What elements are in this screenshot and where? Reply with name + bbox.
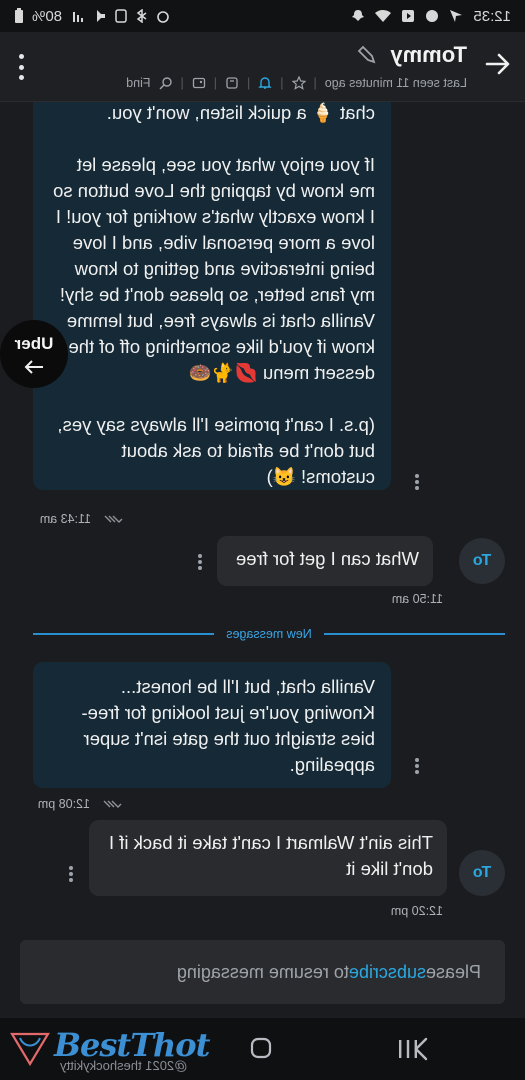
battery-percent: 80% bbox=[32, 7, 63, 25]
nfc-icon bbox=[115, 9, 127, 23]
floating-app-bubble[interactable]: Uber bbox=[0, 320, 68, 388]
separator: | bbox=[313, 76, 317, 90]
navigation-icon bbox=[450, 10, 463, 22]
message-options-icon[interactable] bbox=[415, 474, 419, 490]
search-icon[interactable] bbox=[159, 76, 173, 90]
more-options-icon[interactable] bbox=[18, 54, 26, 80]
wifi-icon bbox=[375, 9, 392, 22]
image-gallery-icon[interactable] bbox=[192, 76, 206, 90]
snapchat-icon bbox=[352, 10, 365, 21]
chat-header: Tommy Last seen 11 minutes ago | | | | |… bbox=[0, 32, 525, 102]
outgoing-message[interactable]: What can I get for free bbox=[217, 536, 433, 586]
message-meta: 12:08 pm bbox=[38, 797, 122, 811]
alarm-icon bbox=[157, 11, 169, 23]
status-bar: 12:35 80% bbox=[0, 0, 525, 32]
clock: 12:35 bbox=[473, 7, 511, 25]
message-time: 11:43 am bbox=[39, 512, 91, 526]
outgoing-message[interactable]: This ain't Walmart I can't take it back … bbox=[89, 820, 447, 896]
incoming-message[interactable]: Vanilla chat, but I'll be honest... Know… bbox=[33, 662, 391, 788]
new-messages-divider: New messages bbox=[32, 626, 505, 642]
message-composer[interactable]: Please subscribe to resume messaging bbox=[20, 940, 505, 1004]
battery-icon bbox=[15, 8, 23, 23]
messenger-icon bbox=[426, 10, 439, 22]
subscribe-link[interactable]: subscribe bbox=[349, 962, 426, 983]
avatar[interactable]: To bbox=[459, 538, 505, 584]
back-arrow-icon[interactable] bbox=[483, 50, 511, 78]
star-icon[interactable] bbox=[291, 76, 306, 90]
message-time: 11:50 am bbox=[391, 592, 443, 606]
message-meta: 11:43 am bbox=[40, 512, 123, 526]
avatar[interactable]: To bbox=[459, 850, 505, 896]
signal-icon bbox=[73, 12, 84, 22]
message-meta: 12:20 pm bbox=[391, 904, 443, 918]
bell-icon[interactable] bbox=[258, 76, 272, 90]
read-checks-icon bbox=[103, 800, 122, 808]
bluetooth-icon bbox=[136, 9, 147, 23]
message-time: 12:20 pm bbox=[390, 904, 443, 918]
message-time: 12:08 pm bbox=[37, 797, 90, 811]
message-options-icon[interactable] bbox=[415, 758, 419, 774]
read-checks-icon bbox=[104, 515, 123, 523]
home-nav-icon[interactable] bbox=[249, 1036, 273, 1060]
message-meta: 11:50 am bbox=[392, 592, 443, 606]
watermark-credit: @2021 theshockykitty bbox=[60, 1058, 188, 1073]
watermark-emblem-icon bbox=[10, 1032, 50, 1067]
watermark: BestThot @2021 theshockykitty bbox=[0, 1018, 215, 1080]
message-options-icon[interactable] bbox=[69, 866, 73, 882]
message-options-icon[interactable] bbox=[198, 554, 202, 570]
recents-nav-icon[interactable] bbox=[397, 1038, 419, 1060]
app-icon bbox=[402, 10, 415, 22]
tag-icon[interactable] bbox=[225, 76, 239, 90]
separator: | bbox=[180, 76, 184, 90]
screen: 12:35 80% Tommy Last seen 11 minutes ago bbox=[0, 0, 525, 1080]
last-seen: Last seen 11 minutes ago bbox=[324, 76, 467, 90]
composer-prefix: Please bbox=[425, 961, 481, 982]
uber-label: Uber bbox=[14, 334, 54, 353]
separator: | bbox=[213, 76, 218, 90]
mute-icon bbox=[97, 10, 106, 22]
arrow-right-icon bbox=[24, 360, 43, 374]
composer-suffix: to resume messaging bbox=[176, 961, 349, 982]
header-subrow: Last seen 11 minutes ago | | | | | Find bbox=[126, 76, 467, 90]
pencil-icon[interactable] bbox=[356, 44, 378, 66]
new-messages-label: New messages bbox=[226, 627, 312, 641]
contact-name[interactable]: Tommy bbox=[390, 42, 467, 68]
message-list[interactable]: chat 🍦 a quick listen, won't you. If you… bbox=[0, 102, 525, 932]
separator: | bbox=[280, 76, 284, 90]
find-label[interactable]: Find bbox=[126, 76, 150, 90]
separator: | bbox=[247, 76, 251, 90]
incoming-message[interactable]: chat 🍦 a quick listen, won't you. If you… bbox=[33, 102, 391, 490]
